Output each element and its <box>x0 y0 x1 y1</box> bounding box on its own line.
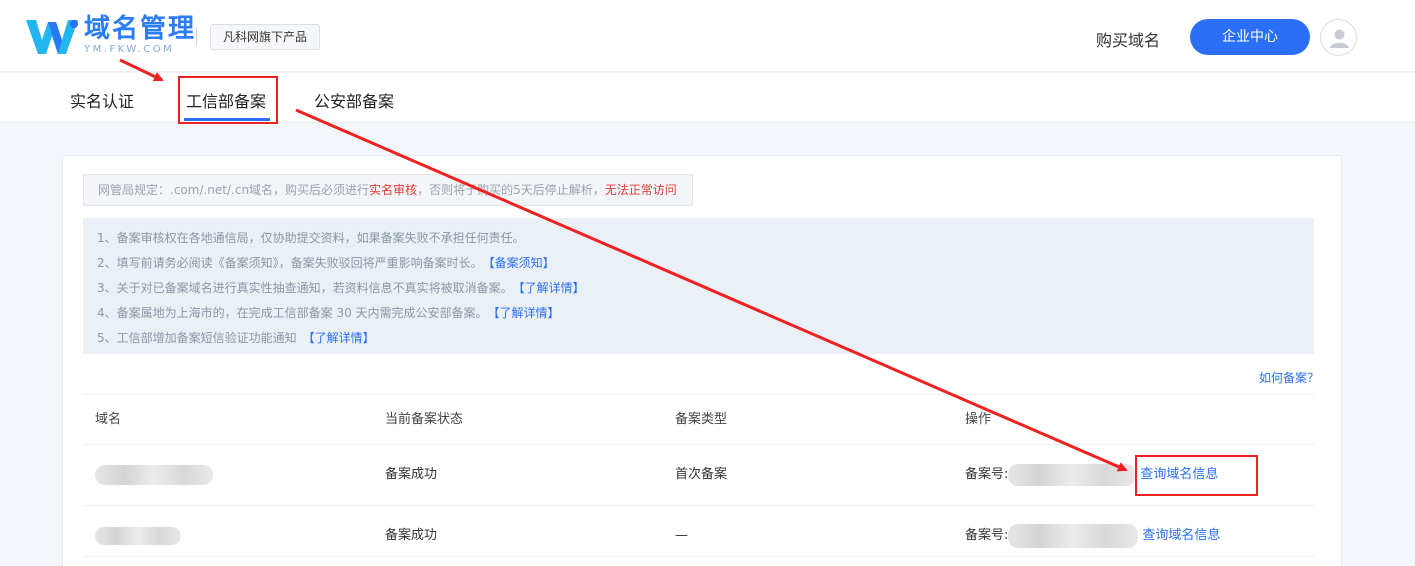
annotation-arrow-2 <box>295 108 1128 472</box>
annotation-arrow-1 <box>119 58 164 82</box>
annotation-arrows <box>119 58 1128 472</box>
